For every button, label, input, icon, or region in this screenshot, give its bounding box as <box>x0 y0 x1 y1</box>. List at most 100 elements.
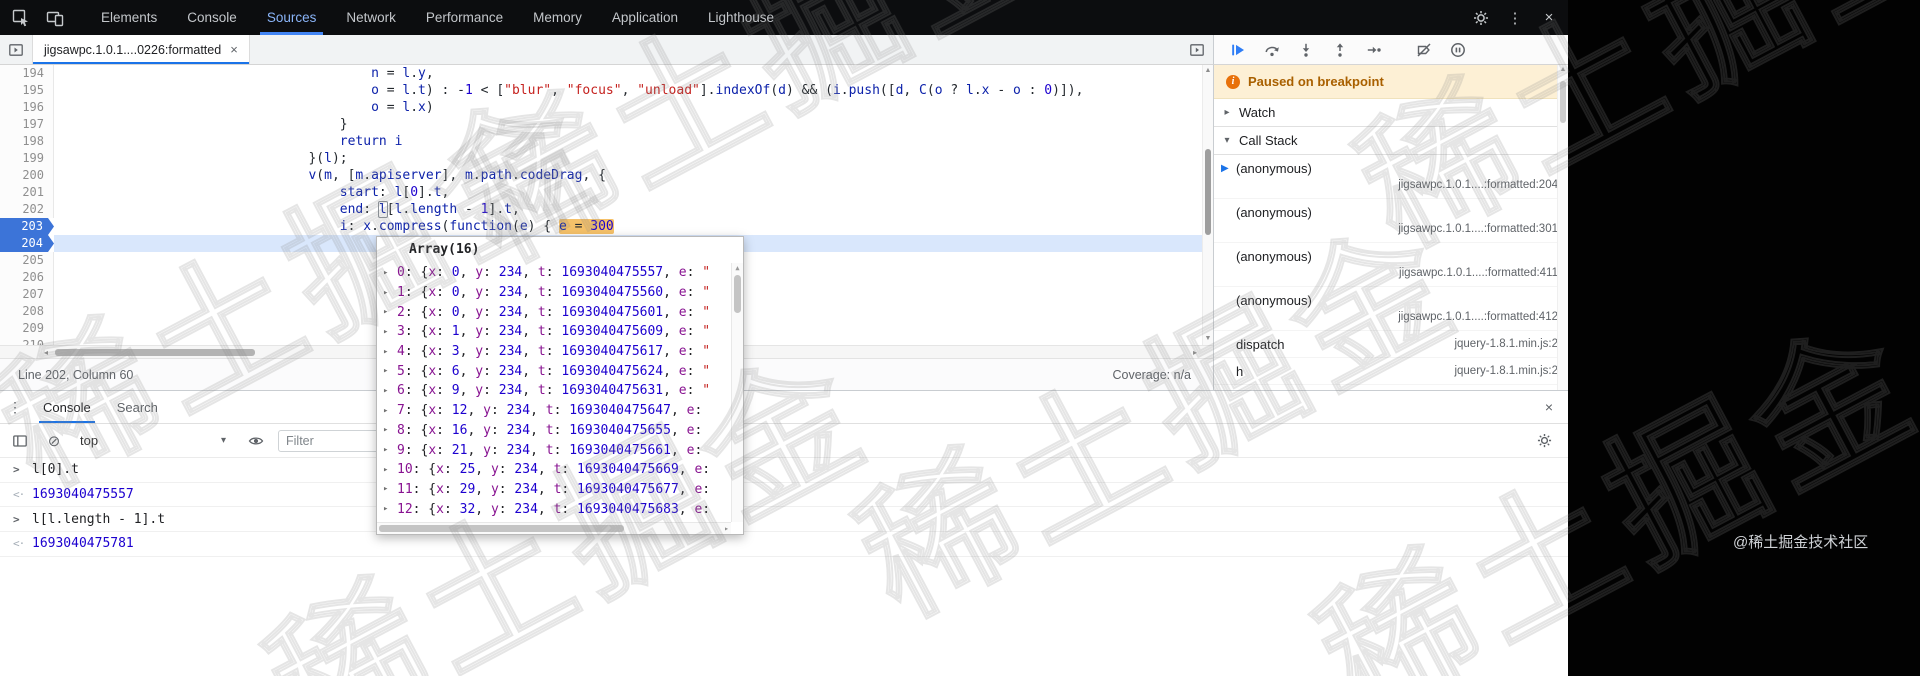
line-number-209[interactable]: 209 <box>0 320 54 337</box>
array-entry-0[interactable]: ▸ 0: {x: 0, y: 234, t: 1693040475557, e: … <box>377 263 731 283</box>
scrollbar-thumb[interactable] <box>379 525 624 532</box>
code-text[interactable]: i: x.compress(function(e) { e = 300 <box>54 218 1213 235</box>
popup-horizontal-scrollbar[interactable]: ▸ <box>377 522 731 534</box>
console-sidebar-icon[interactable] <box>8 429 32 453</box>
code-text[interactable]: o = l.t) : -1 < ["blur", "focus", "unloa… <box>54 82 1213 99</box>
call-stack-frame[interactable]: (anonymous) jigsawpc.1.0.1....:formatted:… <box>1214 287 1568 331</box>
code-text[interactable]: end: l[l.length - 1].t, <box>54 201 1213 218</box>
scroll-up-arrow-icon[interactable]: ▲ <box>1558 66 1568 73</box>
line-number-204[interactable]: 204 <box>0 235 54 252</box>
pause-on-exceptions-button[interactable] <box>1444 37 1472 63</box>
array-entry-2[interactable]: ▸ 2: {x: 0, y: 234, t: 1693040475601, e: … <box>377 302 731 322</box>
scroll-up-arrow-icon[interactable]: ▲ <box>1203 66 1213 76</box>
code-text[interactable]: } <box>54 116 1213 133</box>
scrollbar-thumb[interactable] <box>1560 81 1566 123</box>
scroll-down-arrow-icon[interactable]: ▼ <box>1203 334 1213 344</box>
code-text[interactable]: v(m, [m.apiserver], m.path.codeDrag, { <box>54 167 1213 184</box>
clear-console-icon[interactable]: ⊘ <box>42 429 66 453</box>
coverage-status[interactable]: Coverage: n/a <box>1112 368 1191 382</box>
javascript-context-selector[interactable]: top ▾ <box>76 433 234 448</box>
line-number-210[interactable]: 210 <box>0 337 54 345</box>
scrollbar-thumb[interactable] <box>1205 149 1211 235</box>
tab-memory[interactable]: Memory <box>518 0 597 35</box>
line-number-203[interactable]: 203 <box>0 218 54 235</box>
step-out-button[interactable] <box>1326 37 1354 63</box>
array-entry-1[interactable]: ▸ 1: {x: 0, y: 234, t: 1693040475560, e: … <box>377 283 731 303</box>
editor-vertical-scrollbar[interactable]: ▲ ▼ <box>1202 65 1213 345</box>
array-entry-11[interactable]: ▸ 11: {x: 29, y: 234, t: 1693040475677, e… <box>377 480 731 500</box>
close-tab-icon[interactable]: × <box>230 43 238 56</box>
line-number-194[interactable]: 194 <box>0 65 54 82</box>
tab-console[interactable]: Console <box>172 0 252 35</box>
inspect-element-icon[interactable] <box>4 0 38 35</box>
code-text[interactable]: o = l.x) <box>54 99 1213 116</box>
code-text[interactable]: start: l[0].t, <box>54 184 1213 201</box>
line-number-197[interactable]: 197 <box>0 116 54 133</box>
code-text[interactable]: return i <box>54 133 1213 150</box>
console-command[interactable]: > l[l.length - 1].t <box>0 507 1568 533</box>
code-text[interactable]: n = l.y, <box>54 65 1213 82</box>
sidebar-scrollbar[interactable]: ▲ <box>1557 65 1568 390</box>
more-options-kebab-icon[interactable]: ⋮ <box>1498 0 1532 35</box>
call-stack-section-header[interactable]: ▾ Call Stack <box>1214 127 1568 155</box>
console-result[interactable]: <· 1693040475781 <box>0 532 1568 557</box>
line-number-198[interactable]: 198 <box>0 133 54 150</box>
line-number-207[interactable]: 207 <box>0 286 54 303</box>
array-entry-10[interactable]: ▸ 10: {x: 25, y: 234, t: 1693040475669, e… <box>377 460 731 480</box>
call-stack-frame[interactable]: ▶ (anonymous) jigsawpc.1.0.1....:formatted… <box>1214 155 1568 199</box>
code-text[interactable]: }(l); <box>54 150 1213 167</box>
step-over-button[interactable] <box>1258 37 1286 63</box>
line-number-199[interactable]: 199 <box>0 150 54 167</box>
editor-panel-icon[interactable] <box>1181 35 1213 64</box>
close-drawer-icon[interactable]: × <box>1530 399 1568 415</box>
line-number-196[interactable]: 196 <box>0 99 54 116</box>
line-number-206[interactable]: 206 <box>0 269 54 286</box>
line-number-205[interactable]: 205 <box>0 252 54 269</box>
resume-button[interactable] <box>1224 37 1252 63</box>
line-number-201[interactable]: 201 <box>0 184 54 201</box>
live-expression-eye-icon[interactable] <box>244 429 268 453</box>
device-toolbar-icon[interactable] <box>38 0 72 35</box>
array-entry-8[interactable]: ▸ 8: {x: 16, y: 234, t: 1693040475655, e: <box>377 421 731 441</box>
scroll-right-arrow-icon[interactable]: ▸ <box>724 523 729 535</box>
tab-lighthouse[interactable]: Lighthouse <box>693 0 789 35</box>
navigator-toggle-icon[interactable] <box>0 35 32 64</box>
drawer-tab-search[interactable]: Search <box>104 391 171 423</box>
scrollbar-thumb[interactable] <box>55 349 255 356</box>
call-stack-frame[interactable]: (anonymous) jigsawpc.1.0.1....:formatted:… <box>1214 243 1568 287</box>
line-number-202[interactable]: 202 <box>0 201 54 218</box>
drawer-tab-console[interactable]: Console <box>30 391 104 423</box>
line-number-200[interactable]: 200 <box>0 167 54 184</box>
tab-network[interactable]: Network <box>331 0 411 35</box>
step-into-button[interactable] <box>1292 37 1320 63</box>
step-button[interactable] <box>1360 37 1388 63</box>
array-entry-3[interactable]: ▸ 3: {x: 1, y: 234, t: 1693040475609, e: … <box>377 322 731 342</box>
popup-vertical-scrollbar[interactable]: ▲ <box>731 263 743 522</box>
array-entry-4[interactable]: ▸ 4: {x: 3, y: 234, t: 1693040475617, e: … <box>377 342 731 362</box>
close-devtools-icon[interactable]: × <box>1532 0 1566 35</box>
deactivate-breakpoints-button[interactable] <box>1410 37 1438 63</box>
line-number-195[interactable]: 195 <box>0 82 54 99</box>
source-file-tab[interactable]: jigsawpc.1.0.1....0226:formatted × <box>32 35 250 64</box>
line-number-208[interactable]: 208 <box>0 303 54 320</box>
call-stack-frame[interactable]: dispatch jquery-1.8.1.min.js:2 <box>1214 331 1568 358</box>
watch-section-header[interactable]: ▸ Watch <box>1214 99 1568 127</box>
scroll-up-arrow-icon[interactable]: ▲ <box>732 264 743 272</box>
array-entry-5[interactable]: ▸ 5: {x: 6, y: 234, t: 1693040475624, e: … <box>377 361 731 381</box>
console-result[interactable]: <· 1693040475557 <box>0 483 1568 508</box>
console-command[interactable]: > l[0].t <box>0 458 1568 483</box>
drawer-menu-kebab-icon[interactable]: ⋮ <box>0 399 30 416</box>
console-settings-gear-icon[interactable] <box>1532 429 1556 453</box>
array-entry-9[interactable]: ▸ 9: {x: 21, y: 234, t: 1693040475661, e: <box>377 440 731 460</box>
array-entry-7[interactable]: ▸ 7: {x: 12, y: 234, t: 1693040475647, e: <box>377 401 731 421</box>
tab-elements[interactable]: Elements <box>86 0 172 35</box>
tab-application[interactable]: Application <box>597 0 693 35</box>
scrollbar-thumb[interactable] <box>734 275 741 313</box>
array-entry-12[interactable]: ▸ 12: {x: 32, y: 234, t: 1693040475683, e… <box>377 499 731 519</box>
settings-gear-icon[interactable] <box>1464 0 1498 35</box>
call-stack-frame[interactable]: (anonymous) jigsawpc.1.0.1....:formatted:… <box>1214 199 1568 243</box>
array-entry-6[interactable]: ▸ 6: {x: 9, y: 234, t: 1693040475631, e: … <box>377 381 731 401</box>
tab-performance[interactable]: Performance <box>411 0 518 35</box>
call-stack-frame[interactable]: h jquery-1.8.1.min.js:2 <box>1214 358 1568 385</box>
tab-sources[interactable]: Sources <box>252 0 332 35</box>
